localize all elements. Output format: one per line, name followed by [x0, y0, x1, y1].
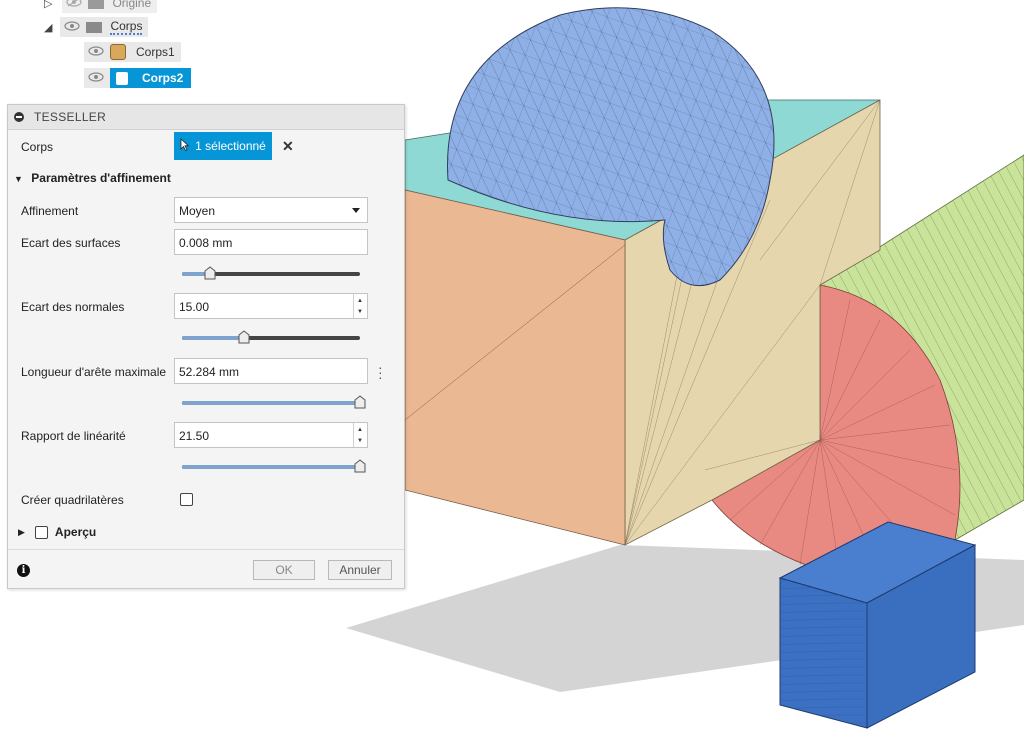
normal-deviation-label: Ecart des normales — [21, 300, 125, 314]
tree-item-label: Corps1 — [136, 45, 175, 59]
more-icon[interactable]: · · · — [378, 360, 383, 384]
close-icon[interactable]: ✕ — [282, 138, 294, 155]
refinement-dropdown[interactable]: Moyen — [174, 197, 368, 223]
dialog-footer: i OK Annuler — [8, 549, 404, 589]
spinner[interactable]: ▲ ▼ — [353, 294, 367, 318]
preview-label: Aperçu — [54, 525, 97, 539]
dialog-header[interactable]: TESSELLER — [8, 105, 404, 130]
tree-item-label: Corps2 — [142, 71, 184, 85]
aspect-ratio-label: Rapport de linéarité — [21, 429, 126, 443]
expand-arrow-icon[interactable]: ▷ — [44, 0, 52, 10]
cursor-icon — [180, 138, 190, 154]
eye-icon[interactable] — [88, 71, 104, 85]
max-edge-length-slider[interactable] — [182, 395, 366, 409]
refinement-value: Moyen — [179, 204, 216, 218]
slider-fill — [182, 401, 360, 405]
refinement-section-header[interactable]: ▼ Paramètres d'affinement — [14, 171, 171, 185]
slider-fill — [182, 336, 245, 340]
refinement-label: Affinement — [21, 204, 79, 218]
max-edge-length-label: Longueur d'arête maximale — [21, 365, 167, 379]
aspect-ratio-slider[interactable] — [182, 459, 366, 473]
collapse-icon[interactable] — [14, 112, 24, 122]
section-title: Paramètres d'affinement — [31, 171, 171, 185]
preview-row[interactable]: ▶ Aperçu — [18, 525, 96, 539]
surface-deviation-value: 0.008 mm — [179, 236, 233, 250]
tree-item-label: Corps — [110, 19, 143, 35]
eye-icon[interactable] — [88, 45, 104, 59]
tree-item-corps2[interactable]: Corps2 — [84, 67, 192, 89]
aspect-ratio-value: 21.50 — [179, 429, 210, 443]
quads-checkbox[interactable] — [180, 493, 193, 506]
info-icon[interactable]: i — [17, 564, 30, 577]
collapse-triangle-icon: ▼ — [14, 174, 23, 184]
surface-deviation-label: Ecart des surfaces — [21, 236, 121, 250]
dialog-title: TESSELLER — [34, 110, 107, 124]
spinner[interactable]: ▲ ▼ — [353, 423, 367, 447]
eye-icon[interactable] — [64, 20, 81, 34]
slider-thumb[interactable] — [354, 395, 366, 409]
slider-fill — [182, 465, 360, 469]
hidden-eye-icon[interactable] — [66, 0, 83, 10]
preview-checkbox[interactable] — [34, 525, 48, 539]
normal-deviation-slider[interactable] — [182, 330, 360, 344]
cancel-button[interactable]: Annuler — [328, 560, 392, 580]
quads-label: Créer quadrilatères — [21, 493, 124, 507]
folder-icon — [88, 0, 105, 9]
slider-thumb[interactable] — [354, 459, 366, 473]
tree-item-corps[interactable]: ◢ Corps — [44, 16, 149, 38]
normal-deviation-input[interactable]: 15.00 ▲ ▼ — [174, 293, 368, 319]
surface-deviation-slider[interactable] — [182, 266, 360, 280]
max-edge-length-input[interactable]: 52.284 mm — [174, 358, 368, 384]
tree-item-origine[interactable]: ▷ Origine — [44, 0, 158, 14]
folder-icon — [86, 21, 103, 33]
aspect-ratio-input[interactable]: 21.50 ▲ ▼ — [174, 422, 368, 448]
expand-triangle-icon[interactable]: ▶ — [18, 527, 25, 538]
slider-thumb[interactable] — [204, 266, 216, 280]
normal-deviation-value: 15.00 — [179, 300, 210, 314]
collapse-arrow-icon[interactable]: ◢ — [44, 21, 52, 34]
max-edge-length-value: 52.284 mm — [179, 365, 240, 379]
chevron-down-icon — [352, 208, 360, 213]
corps-label: Corps — [21, 140, 54, 154]
box-front — [404, 189, 626, 546]
tree-item-corps1[interactable]: Corps1 — [84, 41, 181, 63]
body-icon — [116, 71, 128, 85]
selection-label: 1 sélectionné — [195, 139, 266, 153]
ok-button[interactable]: OK — [253, 560, 315, 580]
surface-deviation-input[interactable]: 0.008 mm — [174, 229, 368, 255]
tesseller-dialog: TESSELLER Corps 1 sélectionné ✕ ▼ Paramè… — [7, 104, 405, 589]
tree-item-label: Origine — [112, 0, 152, 10]
slider-thumb[interactable] — [238, 330, 250, 344]
selection-button[interactable]: 1 sélectionné — [174, 132, 272, 160]
body-icon — [110, 44, 126, 60]
